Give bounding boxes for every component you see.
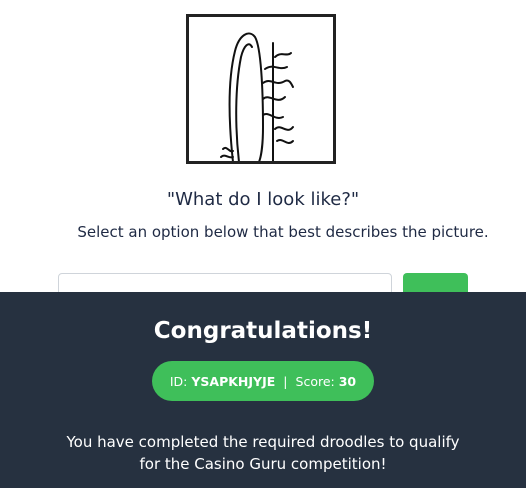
- completion-message-line1: You have completed the required droodles…: [66, 433, 460, 451]
- score-label: Score:: [295, 373, 335, 389]
- droodle-picture: [186, 14, 336, 164]
- droodle-drawing-icon: [220, 32, 294, 161]
- droodle-instruction: Select an option below that best describ…: [77, 223, 489, 241]
- id-value: YSAPKHJYJE: [191, 373, 276, 389]
- completion-message-line2: for the Casino Guru competition!: [139, 455, 387, 473]
- droodle-question: "What do I look like?": [166, 189, 360, 210]
- badge-separator: |: [283, 373, 288, 389]
- result-badge: ID: YSAPKHJYJE | Score: 30: [152, 361, 374, 401]
- congratulations-title: Congratulations!: [153, 318, 373, 344]
- congratulations-panel: Congratulations! ID: YSAPKHJYJE | Score:…: [0, 292, 526, 488]
- score-value: 30: [338, 373, 357, 389]
- id-label: ID:: [169, 373, 188, 389]
- completion-message: You have completed the required droodles…: [30, 431, 496, 475]
